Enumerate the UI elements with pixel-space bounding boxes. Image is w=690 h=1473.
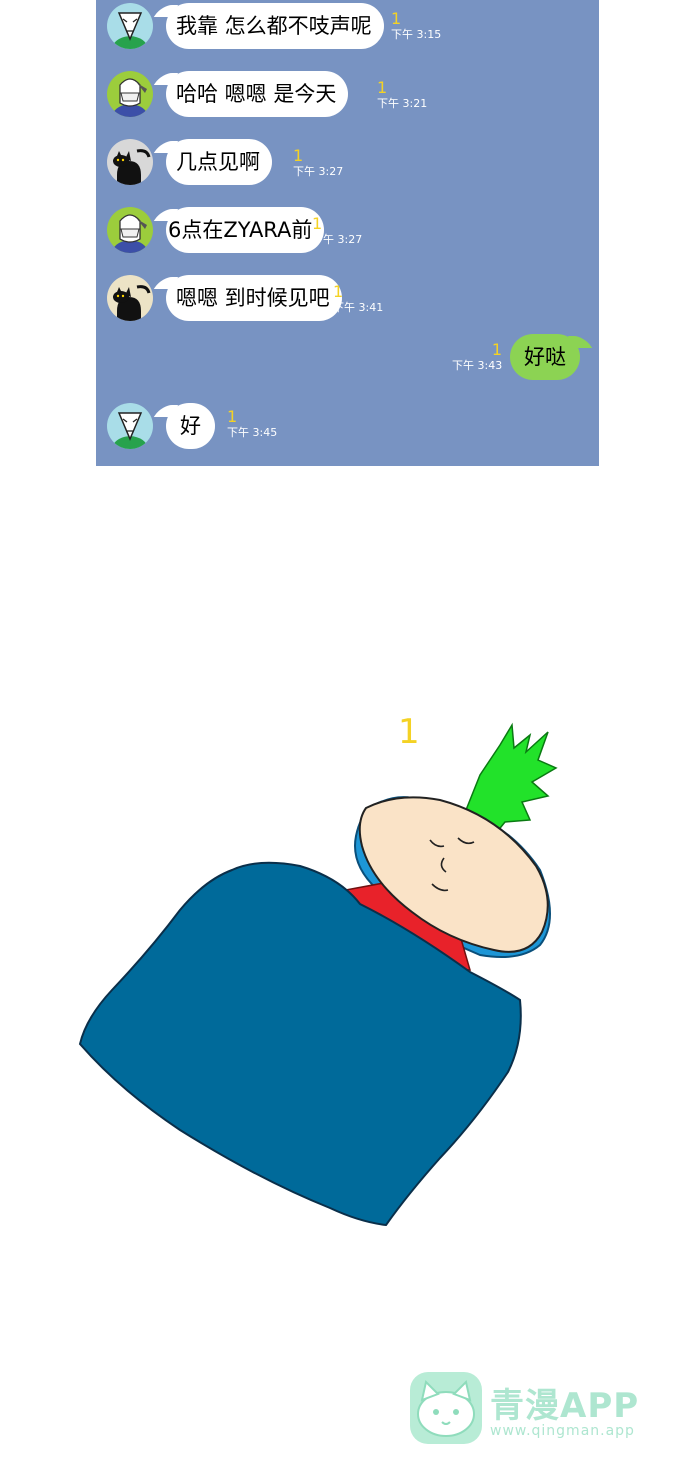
message-meta: 1 下午 3:27 xyxy=(312,216,362,246)
message-meta: 1 下午 3:15 xyxy=(391,11,441,41)
guy-avatar[interactable] xyxy=(107,403,153,449)
chat-panel: 我靠 怎么都不吱声呢 1 下午 3:15 哈哈 嗯嗯 是今天 1 下午 3:21… xyxy=(96,0,599,466)
unread-count: 1 xyxy=(491,340,502,359)
message-meta: 1 下午 3:43 xyxy=(452,342,502,372)
unread-count: 1 xyxy=(391,9,402,28)
message-bubble[interactable]: 我靠 怎么都不吱声呢 xyxy=(166,3,384,49)
cat-avatar[interactable] xyxy=(107,275,153,321)
message-row: 几点见啊 1 下午 3:27 xyxy=(96,139,599,199)
unread-count: 1 xyxy=(377,78,388,97)
message-bubble[interactable]: 嗯嗯 到时候见吧 xyxy=(166,275,342,321)
unread-count: 1 xyxy=(333,282,344,301)
message-row: 我靠 怎么都不吱声呢 1 下午 3:15 xyxy=(96,3,599,63)
sleeping-character-illustration xyxy=(78,722,558,1227)
timestamp: 下午 3:27 xyxy=(312,233,363,246)
message-meta: 1 下午 3:27 xyxy=(293,148,343,178)
timestamp: 下午 3:45 xyxy=(227,426,278,439)
unread-count: 1 xyxy=(293,146,304,165)
message-meta: 1 下午 3:21 xyxy=(377,80,427,110)
message-bubble[interactable]: 几点见啊 xyxy=(166,139,272,185)
masked-avatar[interactable] xyxy=(107,71,153,117)
watermark-name: 青漫APP xyxy=(490,1386,640,1426)
timestamp: 下午 3:43 xyxy=(452,359,503,372)
timestamp: 下午 3:15 xyxy=(391,28,442,41)
timestamp: 下午 3:27 xyxy=(293,165,344,178)
message-bubble[interactable]: 好 xyxy=(166,403,215,449)
message-row: 好哒 1 下午 3:43 xyxy=(96,334,599,394)
message-bubble[interactable]: 6点在ZYARA前 xyxy=(166,207,325,253)
guy-avatar[interactable] xyxy=(107,3,153,49)
unread-count: 1 xyxy=(312,214,323,233)
message-bubble[interactable]: 哈哈 嗯嗯 是今天 xyxy=(166,71,349,117)
message-bubble[interactable]: 好哒 xyxy=(510,334,580,380)
watermark-url: www.qingman.app xyxy=(490,1423,635,1439)
timestamp: 下午 3:41 xyxy=(333,301,384,314)
message-meta: 1 下午 3:41 xyxy=(333,284,383,314)
message-row: 嗯嗯 到时候见吧 1 下午 3:41 xyxy=(96,275,599,335)
message-meta: 1 下午 3:45 xyxy=(227,409,277,439)
message-row: 哈哈 嗯嗯 是今天 1 下午 3:21 xyxy=(96,71,599,131)
message-row: 好 1 下午 3:45 xyxy=(96,403,599,463)
unread-count: 1 xyxy=(227,407,238,426)
timestamp: 下午 3:21 xyxy=(377,97,428,110)
cat-avatar[interactable] xyxy=(107,139,153,185)
masked-avatar[interactable] xyxy=(107,207,153,253)
message-row: 6点在ZYARA前 1 下午 3:27 xyxy=(96,207,599,267)
